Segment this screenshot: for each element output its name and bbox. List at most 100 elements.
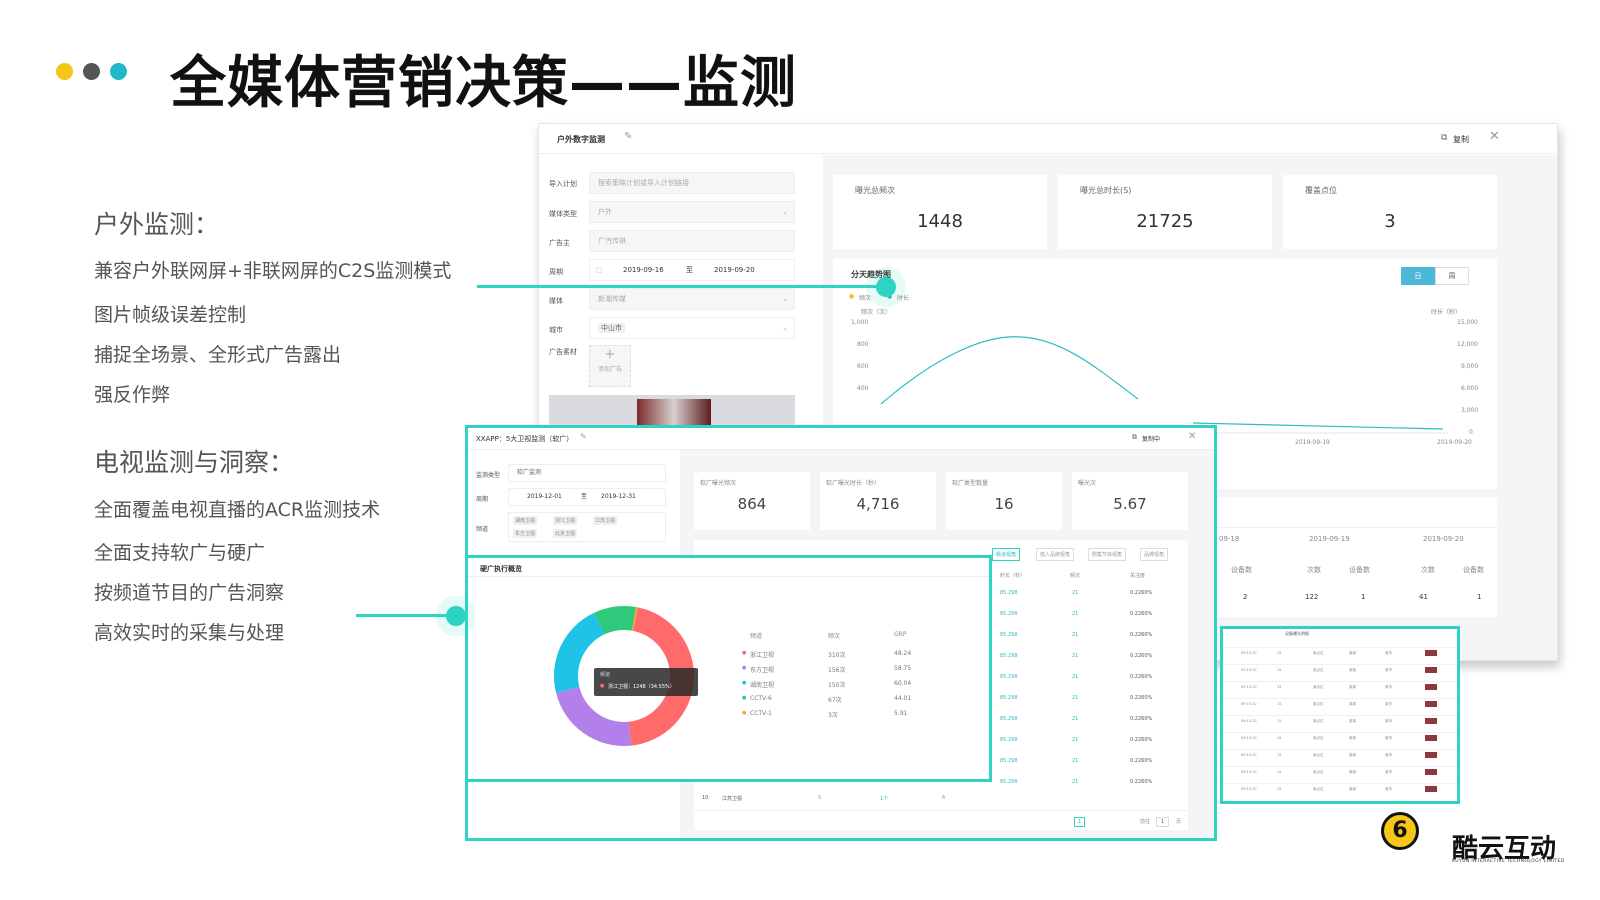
cell-frequency: 21 — [1072, 674, 1079, 680]
legend-row[interactable]: ● CCTV-6 67次 44.01 — [468, 695, 989, 707]
detail-cell: 09:15:32 — [1241, 787, 1257, 791]
legend-grp: 60.04 — [894, 680, 912, 687]
media-type-select[interactable]: 户外 ⌄ — [589, 201, 795, 223]
yellow-dot — [56, 63, 73, 80]
teal-dot — [110, 63, 127, 80]
detail-cell: 15 — [1277, 651, 1282, 655]
add-material-button[interactable]: + 添加广告 — [589, 345, 631, 387]
goto-page-input[interactable]: 1 — [1156, 817, 1170, 827]
detail-row[interactable]: 09:15:32 15 某点位 某城 某市 — [1223, 766, 1457, 776]
import-plan-input[interactable]: 搜索策略计划或导入计划链接 — [589, 172, 795, 194]
tab-brand-placement[interactable]: 植入品牌视角 — [1036, 548, 1075, 561]
detail-row[interactable]: 09:15:32 15 某点位 某城 某市 — [1223, 664, 1457, 674]
period-label: 周期 — [476, 496, 489, 503]
detail-cell: 某市 — [1385, 668, 1392, 672]
close-icon[interactable]: ✕ — [1188, 431, 1196, 442]
cell-duration: 85.298 — [1000, 779, 1018, 785]
thumbnail-image — [1425, 684, 1437, 690]
stat-label: 软广类型数量 — [952, 480, 989, 487]
stat-value: 1448 — [917, 211, 963, 232]
cell-attention: 0.2260% — [1130, 758, 1153, 764]
detail-cell: 某点位 — [1313, 787, 1324, 791]
detail-cell: 某城 — [1349, 787, 1356, 791]
detail-row[interactable]: 09:15:32 15 某点位 某城 某市 — [1223, 783, 1457, 793]
channel-multi-select[interactable]: 湖南卫视 浙江卫视 江苏卫视 东方卫视 北京卫视 — [508, 512, 666, 542]
city-label: 城市 — [549, 326, 563, 334]
detail-row[interactable]: 09:15:32 15 某点位 某城 某市 — [1223, 698, 1457, 708]
channel-tag: 北京卫视 — [553, 529, 578, 538]
copy-button[interactable]: 复制中 — [1142, 434, 1160, 443]
cell-frequency: 21 — [1072, 695, 1079, 701]
period-date-range[interactable]: 2019-12-01 至 2019-12-31 — [508, 488, 666, 506]
advertiser-label: 广告主 — [549, 239, 570, 247]
cell-duration: 85.298 — [1000, 632, 1018, 638]
detail-row[interactable]: 09:15:32 15 某点位 某城 某市 — [1223, 749, 1457, 759]
cell-duration: 85.298 — [1000, 611, 1018, 617]
legend-frequency: 150次 — [828, 682, 846, 689]
tv-stat-card: 软广曝光频次 864 — [694, 472, 810, 530]
media-select[interactable]: 新潮传媒 ⌄ — [589, 288, 795, 310]
stat-label: 软广曝光频次 — [700, 480, 737, 487]
legend-row[interactable]: ● CCTV-1 3次 5.91 — [468, 710, 989, 722]
detail-row[interactable]: 09:15:32 15 某点位 某城 某市 — [1223, 732, 1457, 742]
tab-channel[interactable]: 频道视角 — [992, 548, 1021, 561]
period-start: 2019-12-01 — [527, 493, 562, 500]
period-end: 2019-09-20 — [714, 266, 755, 274]
city-select[interactable]: 中山市 ⌄ — [589, 317, 795, 339]
close-icon[interactable]: ✕ — [1489, 129, 1500, 144]
stat-value: 4,716 — [856, 495, 900, 513]
cell-rank: 10 — [702, 795, 709, 801]
advertiser-input[interactable]: 广汽传祺 — [589, 230, 795, 252]
stat-card-points: 覆盖点位 3 — [1283, 175, 1497, 249]
car-ad-image — [637, 399, 711, 425]
detail-cell: 15 — [1277, 787, 1282, 791]
legend-dot: ● — [742, 710, 747, 716]
media-label: 媒体 — [549, 297, 563, 305]
detail-cell: 某城 — [1349, 685, 1356, 689]
edit-icon[interactable]: ✎ — [624, 131, 632, 142]
cell: 1 — [1477, 593, 1482, 601]
detail-row[interactable]: 09:15:32 15 某点位 某城 某市 — [1223, 647, 1457, 657]
copy-icon[interactable]: ⧉ — [1132, 433, 1137, 442]
page-button[interactable]: 1 — [1074, 817, 1086, 827]
channel-label: 频道 — [476, 526, 489, 533]
thumbnail-image — [1425, 735, 1437, 741]
cell: 122 — [1305, 593, 1319, 601]
detail-row[interactable]: 09:15:32 15 某点位 某城 某市 — [1223, 681, 1457, 691]
thumbnail-image — [1425, 786, 1437, 792]
outdoor-point: 强反作弊 — [94, 384, 171, 406]
period-end: 2019-12-31 — [601, 493, 636, 500]
legend-channel: 东方卫视 — [750, 667, 775, 674]
cell-duration: 85.298 — [1000, 674, 1018, 680]
detail-cell: 某城 — [1349, 668, 1356, 672]
period-date-range[interactable]: ▢ 2019-09-16 至 2019-09-20 — [589, 259, 795, 281]
detail-cell: 15 — [1277, 753, 1282, 757]
outdoor-connector-line — [477, 285, 887, 288]
tab-brand[interactable]: 品牌视角 — [1140, 548, 1169, 561]
legend-row[interactable]: ● 浙江卫视 310次 48.24 — [468, 650, 989, 662]
thumbnail-image — [1425, 650, 1437, 656]
date-header: 2019-09-19 — [1309, 535, 1350, 543]
legend-row[interactable]: ● 湖南卫视 150次 60.04 — [468, 680, 989, 692]
page-title: 全媒体营销决策——监测 — [170, 51, 797, 116]
copy-button[interactable]: 复制 — [1453, 134, 1469, 145]
copy-icon[interactable]: ⧉ — [1441, 133, 1447, 143]
detail-cell: 某市 — [1385, 719, 1392, 723]
detail-row[interactable]: 09:15:32 15 某点位 某城 某市 — [1223, 715, 1457, 725]
thumbnail-image — [1425, 701, 1437, 707]
monitor-type-select[interactable]: 软广监测 — [508, 464, 666, 482]
date-header: 2019-09-20 — [1423, 535, 1464, 543]
edit-icon[interactable]: ✎ — [580, 432, 587, 441]
cell-attention: 0.2260% — [1130, 779, 1153, 785]
table-row[interactable]: 10 江苏卫视 5 1个 6 — [694, 795, 1188, 807]
media-value: 新潮传媒 — [598, 295, 626, 303]
detail-cell: 09:15:32 — [1241, 685, 1257, 689]
tab-program[interactable]: 剧集节目视角 — [1088, 548, 1127, 561]
channel-tag: 湖南卫视 — [513, 516, 538, 525]
cell-attention: 0.2260% — [1130, 737, 1153, 743]
cell-frequency: 21 — [1072, 716, 1079, 722]
legend-row[interactable]: ● 东方卫视 156次 58.75 — [468, 665, 989, 677]
plus-icon: + — [604, 347, 616, 362]
cell-duration: 85.298 — [1000, 590, 1018, 596]
city-tag: 中山市 — [598, 323, 625, 333]
